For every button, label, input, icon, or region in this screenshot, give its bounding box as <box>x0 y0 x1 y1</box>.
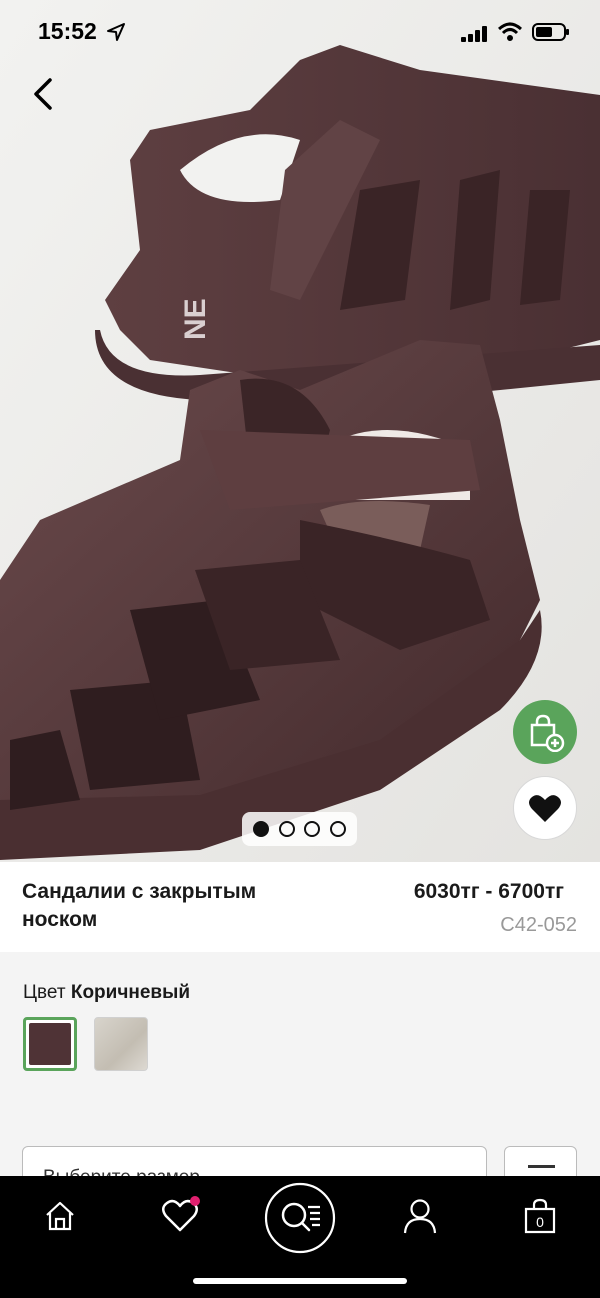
favorites-badge-dot <box>190 1196 200 1206</box>
product-photo: NE <box>0 0 600 862</box>
product-price: 6030тг - 6700тг <box>413 880 564 903</box>
back-button[interactable] <box>20 72 64 116</box>
pager-dot-3[interactable] <box>304 821 321 837</box>
wifi-icon <box>498 22 522 41</box>
add-to-bag-button[interactable] <box>513 700 577 764</box>
product-image-gallery[interactable]: NE <box>0 0 600 862</box>
color-selected-name: Коричневый <box>70 982 191 1003</box>
favorite-button[interactable] <box>513 776 577 840</box>
tab-home[interactable] <box>30 1176 90 1256</box>
product-title: Сандалии с закрытым носком <box>22 880 257 931</box>
pager-dot-4[interactable] <box>330 821 347 837</box>
svg-text:NE: NE <box>179 298 212 340</box>
color-swatch-brown[interactable] <box>23 1017 77 1071</box>
heart-icon <box>529 795 561 822</box>
search-catalog-icon <box>264 1182 336 1254</box>
tab-search-catalog[interactable] <box>264 1178 336 1258</box>
product-sku: C42-052 <box>500 914 577 936</box>
home-indicator <box>193 1278 407 1284</box>
tab-bag[interactable]: 0 <box>510 1176 570 1256</box>
pager-dot-2[interactable] <box>278 821 295 837</box>
tab-profile[interactable] <box>390 1176 450 1256</box>
color-label-row: Цвет Коричневый <box>23 982 190 1004</box>
color-swatch-beige[interactable] <box>94 1017 148 1071</box>
bag-plus-icon <box>530 714 565 752</box>
cellular-signal-icon <box>461 26 487 42</box>
status-time: 15:52 <box>38 18 97 44</box>
bag-icon: 0 <box>524 1198 556 1234</box>
product-info: Сандалии с закрытым носком 6030тг - 6700… <box>0 862 600 952</box>
gallery-pager <box>242 812 357 846</box>
status-bar: 15:52 <box>0 0 600 64</box>
profile-icon <box>403 1199 437 1234</box>
battery-icon <box>532 23 569 41</box>
home-icon <box>46 1201 74 1231</box>
pager-dot-1[interactable] <box>252 821 269 837</box>
tab-favorites[interactable] <box>150 1176 210 1256</box>
location-arrow-icon <box>107 23 125 41</box>
chevron-left-icon <box>34 78 52 110</box>
bag-count: 0 <box>536 1214 544 1230</box>
color-label: Цвет <box>23 982 66 1003</box>
